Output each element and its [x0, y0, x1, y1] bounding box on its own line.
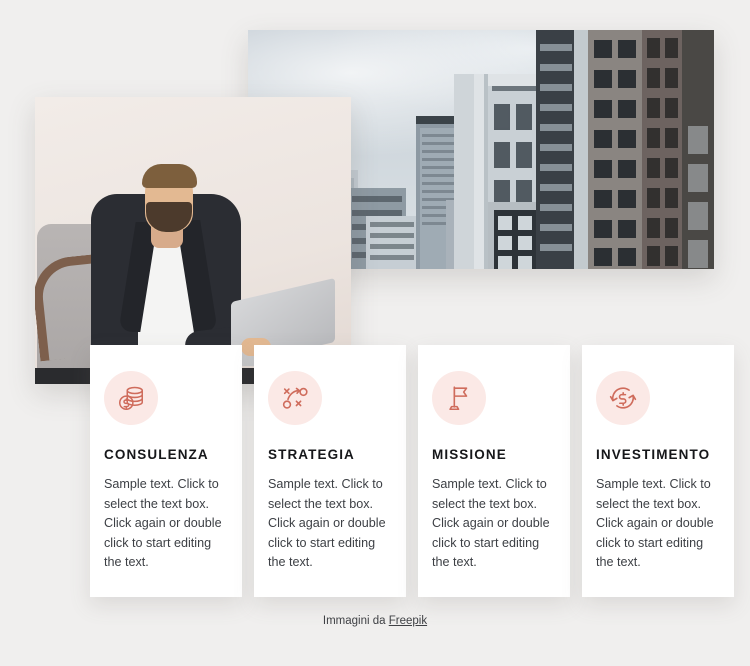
card-title: INVESTIMENTO: [596, 447, 711, 462]
feature-card-list: CONSULENZA Sample text. Click to select …: [90, 345, 734, 597]
coins-icon: [104, 371, 158, 425]
card-text: Sample text. Click to select the text bo…: [432, 477, 550, 569]
feature-card-consulenza[interactable]: CONSULENZA Sample text. Click to select …: [90, 345, 242, 597]
feature-card-strategia[interactable]: STRATEGIA Sample text. Click to select t…: [254, 345, 406, 597]
card-text: Sample text. Click to select the text bo…: [268, 477, 386, 569]
businessman-photo: [35, 97, 351, 384]
page-stage: CONSULENZA Sample text. Click to select …: [0, 0, 750, 666]
credit-prefix: Immagini da: [322, 615, 389, 627]
card-text: Sample text. Click to select the text bo…: [596, 477, 714, 569]
card-title: STRATEGIA: [268, 447, 355, 462]
hair: [142, 164, 197, 188]
strategy-playbook-icon: [268, 371, 322, 425]
feature-card-missione[interactable]: MISSIONE Sample text. Click to select th…: [418, 345, 570, 597]
image-credit: Immagini da Freepik: [0, 615, 750, 627]
flag-icon: [432, 371, 486, 425]
feature-card-investimento[interactable]: INVESTIMENTO Sample text. Click to selec…: [582, 345, 734, 597]
freepik-link[interactable]: Freepik: [389, 615, 427, 627]
card-title: CONSULENZA: [104, 447, 209, 462]
card-title: MISSIONE: [432, 447, 507, 462]
money-exchange-icon: [596, 371, 650, 425]
card-text: Sample text. Click to select the text bo…: [104, 477, 222, 569]
